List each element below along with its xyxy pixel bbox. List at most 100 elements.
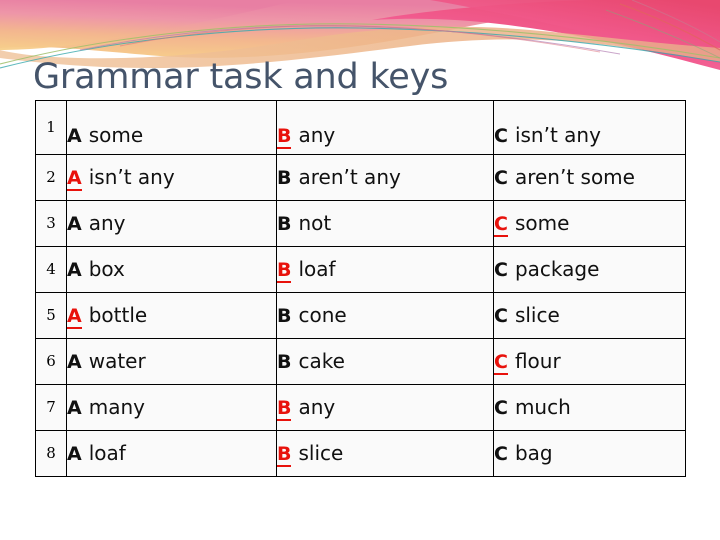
option-line: Abox	[67, 257, 276, 282]
option-letter-correct: A	[67, 305, 82, 329]
option-letter: C	[494, 305, 508, 327]
option-line: Asome	[67, 123, 276, 148]
option-cell-a[interactable]: Asome	[66, 100, 277, 155]
option-cell-a[interactable]: Awater	[66, 338, 277, 385]
option-cell-b[interactable]: Bcone	[276, 292, 494, 339]
option-line: Cpackage	[494, 257, 685, 282]
option-letter: A	[67, 397, 82, 419]
option-letter-correct: A	[67, 167, 82, 191]
option-text: much	[514, 395, 571, 419]
option-line: Awater	[67, 349, 276, 374]
option-text: aren’t any	[298, 165, 401, 189]
option-text: loaf	[88, 441, 126, 465]
option-line: Bslice	[277, 441, 493, 467]
option-text: many	[88, 395, 145, 419]
option-line: Baren’t any	[277, 165, 493, 190]
option-cell-c[interactable]: Cmuch	[493, 384, 686, 431]
slide-canvas: Grammar task and keys 1 Asome Bany Cisn’t a…	[0, 0, 720, 540]
option-line: Cmuch	[494, 395, 685, 420]
option-letter: A	[67, 259, 82, 281]
option-line: Aloaf	[67, 441, 276, 466]
option-letter: C	[494, 397, 508, 419]
option-cell-c[interactable]: Caren’t some	[493, 154, 686, 201]
option-letter: C	[494, 125, 508, 147]
option-text: water	[88, 349, 146, 373]
option-letter-correct: B	[277, 397, 292, 421]
row-number-cell: 7	[35, 384, 67, 431]
table-row: 4 Abox Bloaf Cpackage	[35, 246, 686, 293]
option-cell-a[interactable]: Abox	[66, 246, 277, 293]
option-letter: B	[277, 305, 292, 327]
option-text: some	[88, 123, 144, 147]
option-line: Bnot	[277, 211, 493, 236]
option-cell-c[interactable]: Cbag	[493, 430, 686, 477]
option-cell-b[interactable]: Baren’t any	[276, 154, 494, 201]
option-cell-a[interactable]: Aisn’t any	[66, 154, 277, 201]
option-line: Aisn’t any	[67, 165, 276, 191]
table-row: 8 Aloaf Bslice Cbag	[35, 430, 686, 477]
option-line: Bany	[277, 123, 493, 149]
option-line: Cflour	[494, 349, 685, 375]
table-row: 5 Abottle Bcone Cslice	[35, 292, 686, 339]
option-letter: C	[494, 259, 508, 281]
option-text: not	[298, 211, 332, 235]
option-cell-c[interactable]: Cflour	[493, 338, 686, 385]
table-row: 6 Awater Bcake Cflour	[35, 338, 686, 385]
option-text: flour	[514, 349, 561, 373]
option-letter: B	[277, 213, 292, 235]
row-number-cell: 4	[35, 246, 67, 293]
row-number-cell: 6	[35, 338, 67, 385]
option-letter: A	[67, 443, 82, 465]
option-letter-correct: C	[494, 213, 508, 237]
row-number-cell: 5	[35, 292, 67, 339]
option-cell-b[interactable]: Bnot	[276, 200, 494, 247]
option-text: cone	[298, 303, 347, 327]
option-letter: A	[67, 125, 82, 147]
option-cell-b[interactable]: Bcake	[276, 338, 494, 385]
option-text: cake	[298, 349, 345, 373]
option-cell-b[interactable]: Bany	[276, 384, 494, 431]
option-text: some	[514, 211, 570, 235]
option-cell-b[interactable]: Bloaf	[276, 246, 494, 293]
option-text: bottle	[88, 303, 148, 327]
table-row: 3 Aany Bnot Csome	[35, 200, 686, 247]
option-text: any	[88, 211, 126, 235]
option-cell-a[interactable]: Abottle	[66, 292, 277, 339]
option-cell-a[interactable]: Aany	[66, 200, 277, 247]
option-line: Cslice	[494, 303, 685, 328]
grammar-answer-key-table: 1 Asome Bany Cisn’t any 2 Aisn’t any Baren’t a…	[35, 100, 686, 477]
option-cell-b[interactable]: Bany	[276, 100, 494, 155]
row-number-cell: 3	[35, 200, 67, 247]
option-cell-c[interactable]: Cslice	[493, 292, 686, 339]
option-line: Bany	[277, 395, 493, 421]
option-text: any	[298, 123, 336, 147]
option-line: Bloaf	[277, 257, 493, 283]
option-text: slice	[298, 441, 344, 465]
option-cell-a[interactable]: Amany	[66, 384, 277, 431]
option-text: bag	[514, 441, 553, 465]
option-cell-b[interactable]: Bslice	[276, 430, 494, 477]
row-number-cell: 2	[35, 154, 67, 201]
table-row: 7 Amany Bany Cmuch	[35, 384, 686, 431]
option-line: Amany	[67, 395, 276, 420]
option-line: Csome	[494, 211, 685, 237]
option-line: Cbag	[494, 441, 685, 466]
option-line: Cisn’t any	[494, 123, 685, 148]
option-letter: C	[494, 443, 508, 465]
option-line: Bcake	[277, 349, 493, 374]
option-text: box	[88, 257, 125, 281]
option-text: slice	[514, 303, 560, 327]
option-letter-correct: C	[494, 351, 508, 375]
option-cell-a[interactable]: Aloaf	[66, 430, 277, 477]
option-letter-correct: B	[277, 259, 292, 283]
option-cell-c[interactable]: Csome	[493, 200, 686, 247]
option-letter: A	[67, 213, 82, 235]
option-cell-c[interactable]: Cisn’t any	[493, 100, 686, 155]
option-cell-c[interactable]: Cpackage	[493, 246, 686, 293]
option-text: isn’t any	[88, 165, 175, 189]
option-line: Aany	[67, 211, 276, 236]
row-number-cell: 8	[35, 430, 67, 477]
option-letter: B	[277, 167, 292, 189]
option-line: Abottle	[67, 303, 276, 329]
option-text: loaf	[298, 257, 336, 281]
